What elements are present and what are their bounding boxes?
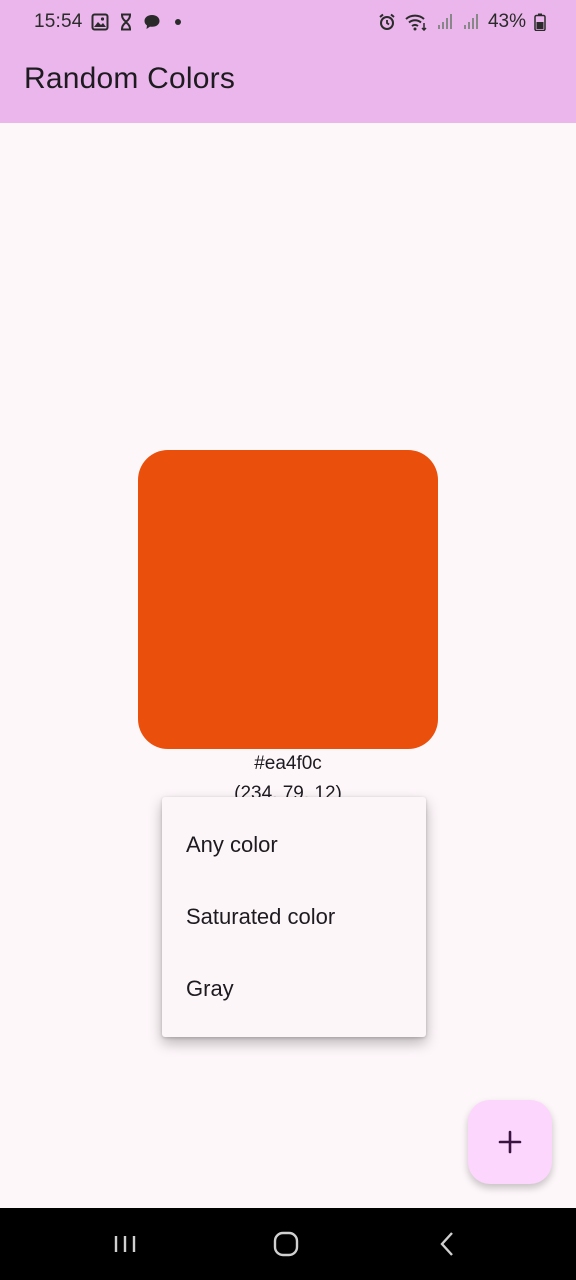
status-left: 15:54 [34, 11, 187, 33]
status-right: 43% [378, 11, 546, 33]
battery-icon [534, 13, 546, 31]
status-bar: 15:54 43% [0, 0, 576, 44]
recent-apps-button[interactable] [77, 1208, 173, 1280]
menu-item-label: Gray [186, 976, 234, 1001]
screen: 15:54 43% Random Colors #ea4f0c (234, 79… [0, 0, 576, 1280]
hex-label: #ea4f0c [254, 753, 322, 774]
dot-icon [169, 13, 187, 31]
back-button[interactable] [400, 1208, 496, 1280]
top-bar: 15:54 43% Random Colors [0, 0, 576, 123]
wifi-icon [404, 13, 428, 31]
home-button[interactable] [238, 1208, 334, 1280]
recent-apps-icon [110, 1229, 140, 1259]
color-type-menu: Any color Saturated color Gray [162, 797, 426, 1037]
battery-percent: 43% [487, 11, 526, 32]
signal-icon [436, 13, 454, 31]
chat-bubble-icon [143, 13, 161, 31]
menu-item-any-color[interactable]: Any color [162, 809, 426, 881]
menu-item-label: Saturated color [186, 904, 336, 929]
app-title: Random Colors [24, 62, 236, 95]
image-icon [91, 13, 109, 31]
plus-icon [497, 1129, 523, 1155]
add-button[interactable] [468, 1100, 552, 1184]
color-swatch [138, 450, 438, 749]
alarm-icon [378, 13, 396, 31]
system-nav-bar [0, 1208, 576, 1280]
home-icon [271, 1229, 301, 1259]
menu-item-gray[interactable]: Gray [162, 953, 426, 1025]
menu-item-label: Any color [186, 832, 278, 857]
hourglass-icon [117, 13, 135, 31]
status-time: 15:54 [34, 11, 83, 32]
signal-icon-2 [462, 13, 480, 31]
menu-item-saturated-color[interactable]: Saturated color [162, 881, 426, 953]
back-icon [433, 1229, 463, 1259]
